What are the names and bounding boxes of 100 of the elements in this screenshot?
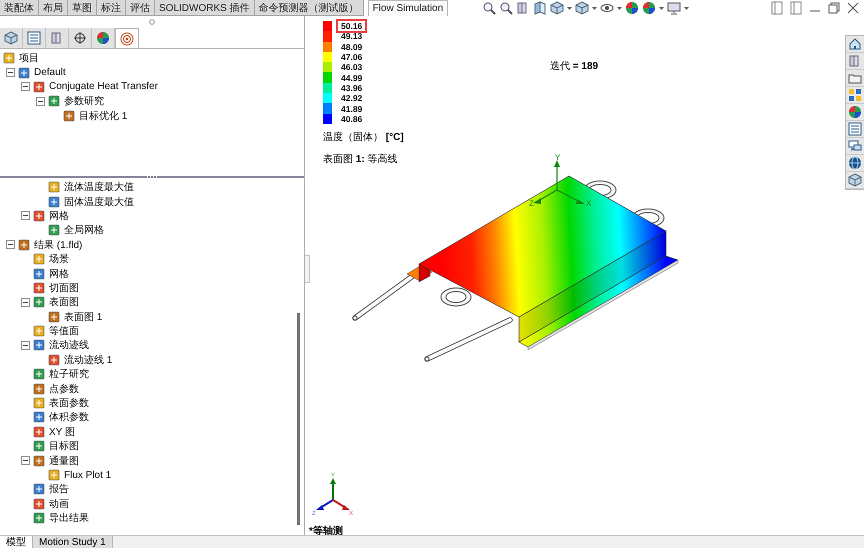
collapse-icon[interactable]	[21, 82, 30, 92]
tree-item[interactable]: 目标图	[49, 439, 79, 454]
tree-item[interactable]: 粒子研究	[49, 367, 89, 382]
tree-item[interactable]: 导出结果	[49, 511, 89, 526]
panel-icon[interactable]	[770, 1, 784, 15]
task-pane-button[interactable]	[846, 104, 864, 121]
legend-value: 42.92	[340, 93, 364, 104]
tree-item[interactable]: 网格	[49, 208, 69, 223]
tree-item[interactable]: 固体温度最大值	[64, 194, 134, 209]
panel-tab[interactable]	[115, 28, 139, 48]
panel-tab[interactable]	[23, 28, 46, 48]
node-icon	[48, 196, 60, 208]
tree-item[interactable]: 项目	[19, 51, 39, 66]
restore-icon[interactable]	[827, 1, 841, 15]
tree-item[interactable]: Conjugate Heat Transfer	[49, 81, 158, 92]
tree-item[interactable]: Flux Plot 1	[64, 470, 112, 480]
tree-item[interactable]: 流动迹线 1	[64, 352, 112, 367]
caret-icon[interactable]	[567, 6, 572, 10]
collapse-icon[interactable]	[21, 211, 30, 220]
caret-icon[interactable]	[617, 6, 622, 10]
task-pane-button[interactable]	[846, 121, 864, 138]
task-pane-button[interactable]	[846, 87, 864, 104]
collapse-icon[interactable]	[21, 340, 30, 350]
command-tab[interactable]: 标注	[97, 0, 126, 16]
tree-item[interactable]: 表面图 1	[64, 310, 102, 324]
tree-item[interactable]: 目标优化 1	[79, 108, 128, 123]
sphere-icon[interactable]	[642, 1, 656, 15]
tree-item[interactable]: 切面图	[49, 280, 79, 295]
tree-item[interactable]: 等值面	[49, 324, 79, 338]
node-icon	[33, 80, 45, 93]
panel-tab[interactable]	[69, 28, 92, 48]
panel-collapse-handle[interactable]	[305, 255, 310, 283]
tree-item[interactable]: 通量图	[49, 454, 79, 468]
tree-item[interactable]: 流动迹线	[49, 338, 89, 352]
task-pane-button[interactable]	[846, 172, 864, 189]
caret-icon[interactable]	[592, 6, 597, 10]
collapse-icon[interactable]	[6, 68, 15, 78]
collapse-icon[interactable]	[36, 96, 45, 106]
command-tab[interactable]: 命令预测器（测试版）	[254, 0, 364, 16]
tree-item[interactable]: 报告	[49, 482, 69, 496]
node-icon	[33, 454, 45, 467]
command-tab[interactable]: 布局	[39, 0, 68, 16]
cube-icon[interactable]	[575, 1, 589, 15]
caret-icon[interactable]	[684, 6, 689, 10]
close-icon[interactable]	[846, 1, 860, 15]
command-tab[interactable]: 草图	[68, 0, 97, 16]
cube-icon	[4, 31, 18, 45]
tree-item[interactable]: Default	[34, 67, 66, 78]
sphere-icon	[96, 31, 110, 45]
panel-icon[interactable]	[789, 1, 803, 15]
node-icon	[48, 95, 60, 108]
cube-icon[interactable]	[550, 1, 564, 15]
scrollbar-thumb[interactable]	[297, 313, 300, 525]
task-pane-button[interactable]	[846, 36, 864, 53]
command-tab[interactable]: 装配体	[0, 0, 39, 16]
tree-item[interactable]: 点参数	[49, 382, 79, 396]
panel-tab[interactable]	[0, 28, 23, 48]
collapse-icon[interactable]	[21, 298, 30, 307]
sphere-icon[interactable]	[625, 1, 639, 15]
node-icon	[48, 181, 60, 194]
globe-icon	[848, 156, 862, 170]
node-icon	[33, 210, 45, 222]
command-tab[interactable]: Flow Simulation	[368, 0, 448, 16]
tree-item[interactable]: 体积参数	[49, 410, 89, 424]
task-pane-button[interactable]	[846, 138, 864, 155]
tree-item[interactable]: 参数研究	[64, 94, 104, 108]
node-icon	[48, 310, 60, 323]
grip-icon[interactable]	[149, 19, 155, 25]
list-icon	[848, 122, 862, 136]
command-tab[interactable]: 评估	[126, 0, 155, 16]
eye-icon[interactable]	[600, 1, 614, 15]
tree-item[interactable]: 场景	[49, 252, 69, 266]
collapse-icon[interactable]	[6, 240, 15, 250]
bottom-tab[interactable]: 模型	[0, 536, 33, 548]
command-tab[interactable]: SOLIDWORKS 插件	[155, 0, 255, 16]
panel-tab[interactable]	[92, 28, 115, 48]
tree-item[interactable]: 流体温度最大值	[64, 180, 134, 194]
bottom-tab[interactable]: Motion Study 1	[33, 536, 113, 548]
tree-item[interactable]: 表面图	[49, 295, 79, 310]
task-pane-button[interactable]	[846, 53, 864, 70]
magnifier-icon[interactable]	[482, 1, 496, 15]
tree-item[interactable]: 表面参数	[49, 396, 89, 410]
target-icon	[120, 32, 134, 46]
caret-icon[interactable]	[659, 6, 664, 10]
tree-item[interactable]: 结果 (1.fld)	[34, 238, 82, 252]
tree-item[interactable]: 动画	[49, 496, 69, 511]
collapse-icon[interactable]	[21, 456, 30, 466]
node-icon	[33, 282, 45, 294]
node-icon	[33, 325, 45, 338]
tree-item[interactable]: 网格	[49, 266, 69, 281]
node-icon	[63, 110, 75, 122]
splitter-handle[interactable]	[0, 174, 304, 180]
task-pane-button[interactable]	[846, 155, 864, 172]
section-view-icon[interactable]	[533, 1, 547, 15]
panel-tab[interactable]	[46, 28, 69, 48]
tree-item[interactable]: XY 图	[49, 424, 75, 439]
shapes-icon	[848, 88, 862, 102]
monitor-icon[interactable]	[667, 1, 681, 15]
magnifier-icon[interactable]	[499, 1, 513, 15]
tree-item[interactable]: 全局网格	[64, 223, 104, 238]
